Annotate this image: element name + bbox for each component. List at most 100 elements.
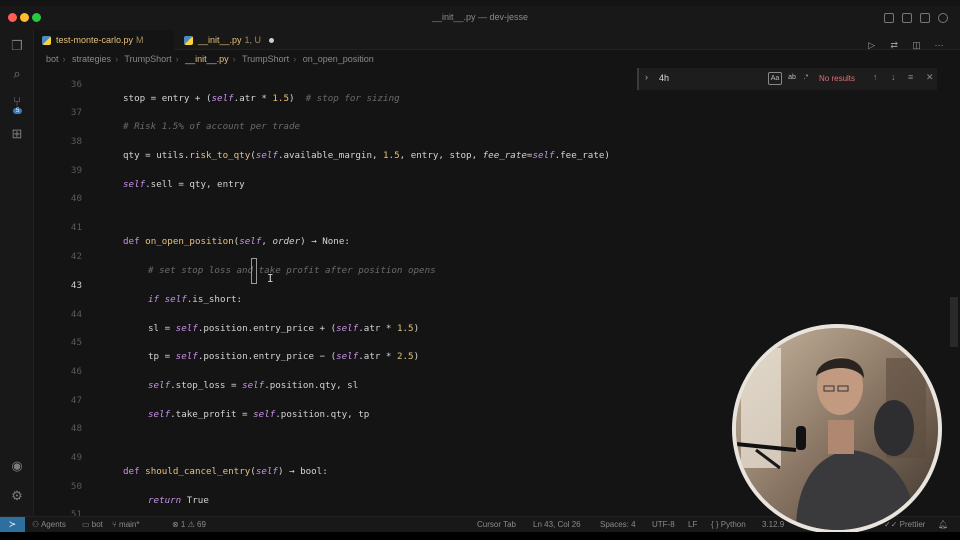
- chevron-right-icon: ›: [62, 54, 66, 64]
- match-whole-word-icon[interactable]: ab: [786, 72, 798, 85]
- breadcrumb-item[interactable]: __init__.py: [185, 54, 229, 64]
- settings-gear-icon[interactable]: ⚙: [9, 488, 25, 504]
- find-results-count: No results: [819, 74, 856, 83]
- code-line: 42 # set stop loss and take profit after…: [34, 236, 948, 276]
- webcam-overlay: [732, 324, 942, 534]
- chevron-right-icon: ›: [232, 54, 236, 64]
- python-file-icon: [42, 36, 51, 45]
- breadcrumb-item[interactable]: TrumpShort: [124, 54, 171, 64]
- status-position[interactable]: Ln 43, Col 26: [533, 517, 581, 532]
- toggle-replace-icon[interactable]: ›: [645, 72, 648, 82]
- status-python-version[interactable]: 3.12.9: [762, 517, 784, 532]
- python-file-icon: [184, 36, 193, 45]
- status-prettier-label: Prettier: [899, 520, 926, 529]
- status-branch[interactable]: ⑂ main*: [112, 517, 139, 532]
- chevron-right-icon: ›: [293, 54, 297, 64]
- tab-bar: test-monte-carlo.py M __init__.py 1, U ▷ ⇄…: [34, 30, 960, 50]
- breadcrumb-item[interactable]: bot: [46, 54, 59, 64]
- find-in-selection-icon[interactable]: ≡: [908, 72, 913, 82]
- webcam-presenter-image: [736, 328, 938, 530]
- toggle-secondary-sidebar-icon[interactable]: [920, 13, 930, 23]
- status-problems[interactable]: ⊗ 1 ⚠ 69: [172, 517, 206, 532]
- tab-status: 1, U: [244, 35, 262, 45]
- run-icon[interactable]: ▷: [867, 40, 877, 50]
- code-line: 40: [34, 178, 948, 204]
- line-number: 36: [70, 79, 82, 90]
- notifications-bell-icon[interactable]: 🔔︎: [938, 517, 948, 532]
- remote-indicator-icon[interactable]: ≻: [0, 517, 25, 533]
- line-number: 50: [70, 481, 82, 492]
- status-encoding[interactable]: UTF-8: [652, 517, 675, 532]
- match-case-button[interactable]: Aa: [768, 72, 782, 85]
- search-icon[interactable]: ⌕: [9, 66, 25, 82]
- more-actions-icon[interactable]: ⋯: [934, 40, 944, 50]
- status-agents-label: Agents: [40, 520, 66, 529]
- line-number: 42: [70, 251, 82, 262]
- chevron-right-icon: ›: [175, 54, 179, 64]
- account-icon[interactable]: ◉: [9, 458, 25, 474]
- split-editor-icon[interactable]: ◫: [912, 40, 922, 50]
- line-number: 40: [70, 193, 82, 204]
- line-number: 48: [70, 423, 82, 434]
- line-number: 44: [70, 309, 82, 320]
- tab-label: __init__.py: [198, 35, 242, 45]
- chevron-right-icon: ›: [115, 54, 119, 64]
- find-widget: › 4h Aa ab .* No results ↑ ↓ ≡ ✕: [637, 68, 937, 90]
- line-number: 37: [70, 107, 82, 118]
- breadcrumb-item[interactable]: strategies: [72, 54, 111, 64]
- text-cursor-box: [251, 258, 257, 284]
- status-language-label: Python: [720, 520, 746, 529]
- status-eol[interactable]: LF: [688, 517, 697, 532]
- line-number: 38: [70, 136, 82, 147]
- status-folder[interactable]: ▭ bot: [82, 517, 103, 532]
- breadcrumb-item[interactable]: on_open_position: [303, 54, 374, 64]
- source-control-badge: 5: [13, 108, 23, 114]
- mouse-ibeam-icon: I: [267, 272, 274, 285]
- explorer-icon[interactable]: ❐: [9, 38, 25, 54]
- code-line: 38 qty = utils.risk_to_qty(self.availabl…: [34, 121, 948, 161]
- letterbox-bottom: [0, 532, 960, 540]
- title-bar: __init__.py — dev-jesse: [0, 6, 960, 30]
- line-number: 49: [70, 452, 82, 463]
- toggle-sidebar-icon[interactable]: [884, 13, 894, 23]
- unsaved-dot-icon[interactable]: [269, 38, 275, 44]
- activity-bar: ❐ ⌕ ⑂ 5 ⊞ ◉ ⚙: [0, 30, 34, 516]
- window-title: __init__.py — dev-jesse: [431, 12, 529, 22]
- tab-init-py[interactable]: __init__.py 1, U: [176, 30, 296, 50]
- status-folder-label: bot: [91, 520, 103, 529]
- toggle-panel-icon[interactable]: [902, 13, 912, 23]
- status-language[interactable]: { } Python: [711, 517, 746, 532]
- code-line: 44 sl = self.position.entry_price + (sel…: [34, 294, 948, 334]
- line-number: 47: [70, 395, 82, 406]
- editor-window: __init__.py — dev-jesse ❐ ⌕ ⑂ 5 ⊞ ◉ ⚙ te…: [0, 0, 960, 540]
- open-changes-icon[interactable]: ⇄: [889, 40, 899, 50]
- status-agents[interactable]: ⚇ Agents: [32, 517, 66, 532]
- line-number-current: 43: [70, 280, 82, 291]
- line-number: 45: [70, 337, 82, 348]
- code-line: 43 if self.is_short:: [34, 265, 948, 305]
- tab-status: M: [136, 35, 144, 45]
- line-number: 41: [70, 222, 82, 233]
- line-number: 46: [70, 366, 82, 377]
- close-find-icon[interactable]: ✕: [926, 72, 934, 83]
- status-cursor-tab[interactable]: Cursor Tab: [477, 517, 516, 532]
- breadcrumb-item[interactable]: TrumpShort: [242, 54, 289, 64]
- find-input[interactable]: 4h: [659, 73, 669, 83]
- next-match-icon[interactable]: ↓: [891, 72, 896, 82]
- line-number: 39: [70, 165, 82, 176]
- code-line: 37 # Risk 1.5% of account per trade: [34, 92, 948, 132]
- scrollbar-thumb[interactable]: [950, 297, 958, 347]
- extensions-icon[interactable]: ⊞: [9, 126, 25, 142]
- use-regex-icon[interactable]: .*: [801, 72, 811, 85]
- vertical-scrollbar[interactable]: [948, 67, 960, 516]
- line-number: 51: [70, 509, 82, 516]
- tab-label: test-monte-carlo.py: [56, 35, 134, 45]
- code-line: 41 def on_open_position(self, order) → N…: [34, 207, 948, 247]
- previous-match-icon[interactable]: ↑: [873, 72, 878, 82]
- code-line: 39 self.sell = qty, entry: [34, 150, 948, 190]
- customize-layout-icon[interactable]: [938, 13, 948, 23]
- tab-test-monte-carlo[interactable]: test-monte-carlo.py M: [34, 30, 174, 50]
- breadcrumb: bot › strategies › TrumpShort › __init__.py…: [34, 51, 960, 67]
- status-spaces[interactable]: Spaces: 4: [600, 517, 636, 532]
- status-branch-label: main*: [119, 520, 140, 529]
